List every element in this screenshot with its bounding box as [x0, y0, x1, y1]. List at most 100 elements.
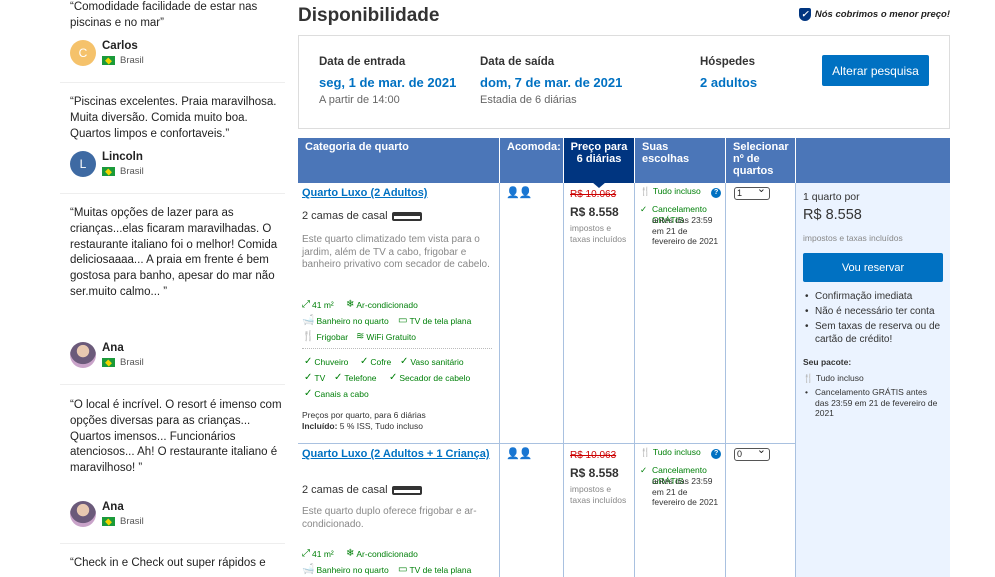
- room-description: Este quarto duplo oferece frigobar e ar-…: [302, 506, 477, 530]
- room-table: Categoria de quarto Acomoda: Preço para …: [298, 138, 950, 577]
- amenity: ✓ Canais a cabo: [304, 388, 369, 399]
- reserve-button[interactable]: Vou reservar: [803, 253, 943, 282]
- cancellation-deadline: antes das 23:59 em 21 de fevereiro de 20…: [652, 476, 719, 507]
- amenity: ✓ Cofre: [360, 356, 392, 367]
- room-description: Este quarto climatizado tem vista para o…: [302, 234, 490, 270]
- search-summary: Data de entrada seg, 1 de mar. de 2021 A…: [298, 35, 950, 129]
- author-country: Brasil: [102, 516, 144, 527]
- review-3: “Muitas opções de lazer para as crianças…: [70, 206, 285, 301]
- review-author: Ana Brasil: [70, 501, 285, 529]
- availability-section: Disponibilidade ✓ Nós cobrimos o menor p…: [298, 0, 950, 577]
- column-divider: [634, 183, 635, 577]
- review-text: “O local é incrível. O resort é imenso c…: [70, 399, 282, 475]
- header-price: Preço para 6 diárias: [564, 138, 634, 183]
- checkin: Data de entrada seg, 1 de mar. de 2021 A…: [319, 56, 456, 106]
- fridge-icon: 🍴: [302, 331, 315, 342]
- review-text: “Check in e Check out super rápidos e: [70, 557, 266, 569]
- bed-icon: [391, 211, 422, 221]
- column-divider: [563, 183, 564, 577]
- tv-icon: ▭: [398, 564, 408, 575]
- review-text: “Piscinas excelentes. Praia maravilhosa.…: [70, 96, 277, 140]
- author-country: Brasil: [102, 166, 144, 177]
- included-info: Incluído: 5 % ISS, Tudo incluso: [302, 421, 423, 431]
- brazil-flag-icon: [102, 517, 115, 526]
- review-text: “Comodidade facilidade de estar nas pisc…: [70, 1, 258, 29]
- author-name: Lincoln: [102, 151, 143, 163]
- room-price: R$ 8.558: [570, 466, 619, 480]
- change-search-button[interactable]: Alterar pesquisa: [822, 55, 929, 86]
- meal-plan: 🍴 Tudo incluso ?: [640, 447, 722, 459]
- cutlery-icon: 🍴: [640, 447, 651, 457]
- summary-price: R$ 8.558: [803, 207, 862, 223]
- author-country: Brasil: [102, 55, 144, 66]
- divider: [302, 348, 492, 349]
- header-sleeps: Acomoda:: [500, 138, 563, 183]
- bed-info: 2 camas de casal: [302, 210, 422, 222]
- room-quantity-select[interactable]: 1: [734, 184, 770, 200]
- checkout-label: Data de saída: [480, 56, 555, 68]
- facility: ▭ TV de tela plana: [398, 315, 472, 326]
- checkout-date[interactable]: dom, 7 de mar. de 2021: [480, 75, 622, 90]
- help-icon[interactable]: ?: [711, 449, 722, 459]
- avatar: C: [70, 40, 96, 66]
- facility: 🍴 Frigobar: [302, 331, 349, 342]
- checkin-date[interactable]: seg, 1 de mar. de 2021: [319, 75, 456, 90]
- bed-info: 2 camas de casal: [302, 484, 422, 496]
- facility: ❄ Ar-condicionado: [346, 299, 418, 310]
- header-choices: Suas escolhas: [635, 138, 725, 183]
- author-country: Brasil: [102, 357, 144, 368]
- review-2: “Piscinas excelentes. Praia maravilhosa.…: [70, 95, 285, 142]
- checkin-time: A partir de 14:00: [319, 94, 400, 106]
- facility: 🛁 Banheiro no quarto: [302, 315, 389, 326]
- divider: [60, 193, 285, 194]
- size-icon: ⤢: [302, 548, 310, 559]
- bed-icon: [391, 485, 422, 495]
- header-room-type: Categoria de quarto: [298, 138, 499, 183]
- author-name: Ana: [102, 501, 124, 513]
- review-4: “O local é incrível. O resort é imenso c…: [70, 398, 285, 477]
- price-match-badge[interactable]: ✓ Nós cobrimos o menor preço!: [798, 8, 950, 21]
- divider: [60, 82, 285, 83]
- amenity: ✓ Vaso sanitário: [400, 356, 464, 367]
- shield-check-icon: ✓: [798, 8, 811, 21]
- author-name: Ana: [102, 342, 124, 354]
- package-meal: 🍴 Tudo incluso: [803, 373, 864, 383]
- room-name-link[interactable]: Quarto Luxo (2 Adultos + 1 Criança): [302, 448, 492, 460]
- review-author: L Lincoln Brasil: [70, 151, 285, 179]
- checkout: Data de saída dom, 7 de mar. de 2021 Est…: [480, 56, 622, 106]
- divider: [60, 543, 285, 544]
- sort-indicator: [592, 182, 606, 188]
- header-select: Selecionar nº de quartos: [726, 138, 795, 183]
- stay-length: Estadia de 6 diárias: [480, 94, 577, 106]
- help-icon[interactable]: ?: [711, 188, 722, 198]
- review-author: C Carlos Brasil: [70, 40, 285, 68]
- tax-note: impostos e taxas incluídos: [570, 484, 627, 505]
- benefit-item: Sem taxas de reserva ou de cartão de cré…: [803, 320, 943, 346]
- brazil-flag-icon: [102, 56, 115, 65]
- size-icon: ⤢: [302, 299, 310, 310]
- snowflake-icon: ❄: [346, 299, 355, 310]
- room-quantity-select[interactable]: 0: [734, 445, 770, 461]
- amenity: ✓ Chuveiro: [304, 356, 349, 367]
- brazil-flag-icon: [102, 167, 115, 176]
- bathtub-icon: 🛁: [302, 315, 315, 326]
- meal-plan: 🍴 Tudo incluso ?: [640, 186, 722, 198]
- room-name-link[interactable]: Quarto Luxo (2 Adultos): [302, 187, 427, 199]
- tax-note: impostos e taxas incluídos: [570, 223, 627, 244]
- cutlery-icon: 🍴: [803, 373, 814, 383]
- summary-tax: impostos e taxas incluídos: [803, 233, 903, 243]
- divider: [60, 384, 285, 385]
- guests-label: Hóspedes: [700, 56, 755, 68]
- original-price: R$ 10.063: [570, 189, 617, 200]
- room-price: R$ 8.558: [570, 205, 619, 219]
- guests-value[interactable]: 2 adultos: [700, 75, 757, 90]
- price-note: Preços por quarto, para 6 diárias: [302, 410, 426, 420]
- package-cancel: • Cancelamento GRÁTIS antes das 23:59 em …: [805, 387, 938, 418]
- column-divider: [795, 183, 796, 577]
- reviews-column: “Comodidade facilidade de estar nas pisc…: [60, 0, 285, 577]
- page-title: Disponibilidade: [298, 5, 440, 26]
- checkin-label: Data de entrada: [319, 56, 406, 68]
- avatar: [70, 342, 96, 368]
- benefit-item: Confirmação imediata: [803, 290, 943, 303]
- row-divider: [298, 443, 796, 444]
